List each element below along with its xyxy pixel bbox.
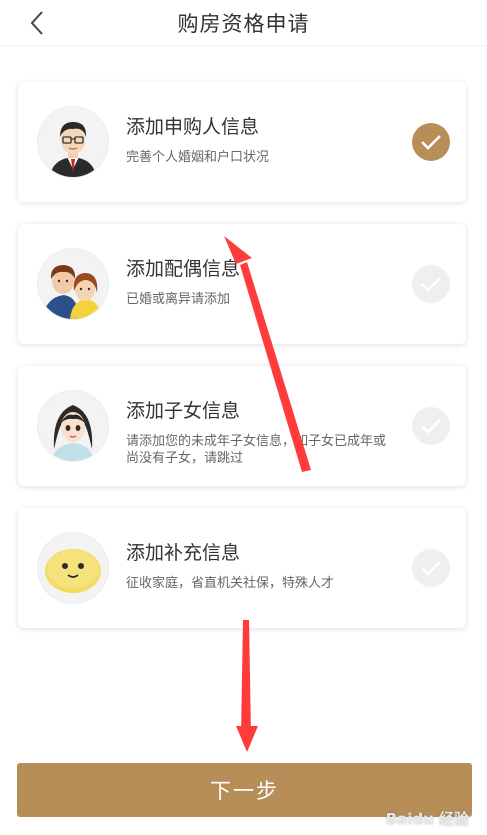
check-icon	[412, 265, 450, 303]
page: 购房资格申请 添加申购人信息 完善个人婚姻和户口状况 添加配偶信息 已婚或离异请…	[0, 0, 487, 835]
header-bar: 购房资格申请	[0, 0, 487, 46]
card-spouse-info[interactable]: 添加配偶信息 已婚或离异请添加	[18, 224, 466, 344]
card-description: 完善个人婚姻和户口状况	[126, 150, 270, 165]
card-title: 添加子女信息	[126, 400, 241, 422]
card-description: 请添加您的未成年子女信息，如子女已成年或尚没有子女，请跳过	[126, 434, 387, 466]
check-icon	[412, 123, 450, 161]
card-title: 添加补充信息	[126, 542, 241, 564]
girl-avatar-icon	[38, 391, 108, 461]
card-children-info[interactable]: 添加子女信息 请添加您的未成年子女信息，如子女已成年或尚没有子女，请跳过	[18, 366, 466, 486]
man-avatar-icon	[38, 107, 108, 177]
watermark: Baidu 经验	[385, 810, 469, 828]
arrow-head-down-icon	[236, 726, 258, 752]
card-supplementary-info[interactable]: 添加补充信息 征收家庭，省直机关社保，特殊人才	[18, 508, 466, 628]
card-description: 征收家庭，省直机关社保，特殊人才	[126, 576, 335, 591]
card-description: 已婚或离异请添加	[126, 292, 231, 307]
card-title: 添加申购人信息	[126, 116, 260, 138]
smiley-avatar-icon	[38, 533, 108, 603]
check-icon	[412, 407, 450, 445]
check-icon	[412, 549, 450, 587]
page-title: 购房资格申请	[177, 12, 310, 36]
annotation-arrow-down	[241, 620, 251, 735]
couple-avatar-icon	[38, 249, 108, 319]
card-title: 添加配偶信息	[126, 258, 241, 280]
card-applicant-info[interactable]: 添加申购人信息 完善个人婚姻和户口状况	[18, 82, 466, 202]
